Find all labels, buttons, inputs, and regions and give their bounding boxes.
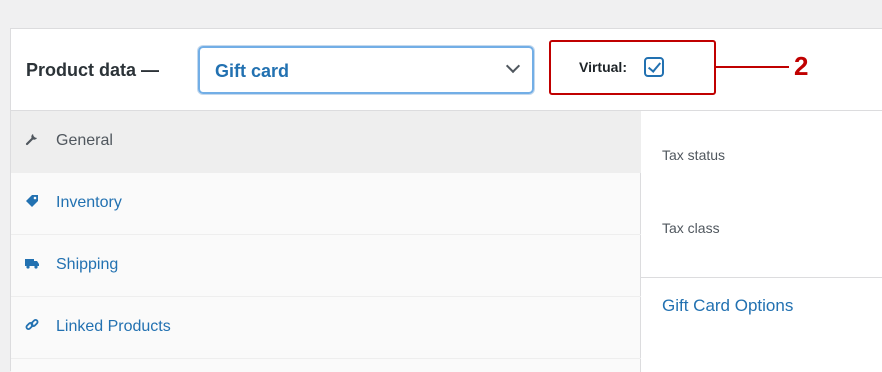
tab-inventory-label: Inventory bbox=[56, 194, 122, 211]
tab-shipping[interactable]: Shipping bbox=[11, 235, 641, 297]
product-data-header: Product data — Gift card Virtual: 2 bbox=[11, 29, 882, 111]
callout-connector-line bbox=[716, 66, 789, 68]
gift-card-options-title: Gift Card Options bbox=[662, 296, 794, 315]
product-data-tabs: General Inventory Shipping Linked Produc… bbox=[11, 111, 641, 372]
product-type-select[interactable]: Gift card bbox=[198, 46, 534, 94]
general-tab-content: Tax status Tax class Gift Card Options bbox=[641, 111, 882, 372]
tax-class-label: Tax class bbox=[662, 220, 720, 236]
tab-inventory[interactable]: Inventory bbox=[11, 173, 641, 235]
tab-linked-products-label: Linked Products bbox=[56, 318, 171, 335]
virtual-checkbox[interactable] bbox=[644, 57, 664, 77]
truck-icon bbox=[25, 259, 39, 269]
wrench-icon bbox=[25, 134, 37, 146]
virtual-label: Virtual: bbox=[579, 59, 627, 75]
tab-general[interactable]: General bbox=[11, 111, 641, 173]
tax-status-label: Tax status bbox=[662, 147, 726, 163]
tag-icon bbox=[26, 195, 38, 207]
chevron-down-icon bbox=[505, 58, 521, 74]
tab-shipping-label: Shipping bbox=[56, 256, 119, 273]
callout-number: 2 bbox=[794, 51, 809, 81]
tab-linked-products[interactable]: Linked Products bbox=[11, 297, 641, 359]
link-icon bbox=[25, 319, 39, 330]
product-data-panel: Product data — Gift card Virtual: 2 Gene… bbox=[10, 28, 882, 372]
product-data-title: Product data — bbox=[26, 60, 160, 80]
section-divider bbox=[641, 277, 882, 278]
virtual-callout-box: Virtual: bbox=[549, 40, 716, 95]
product-type-value: Gift card bbox=[215, 61, 290, 81]
tab-general-label: General bbox=[56, 132, 113, 149]
